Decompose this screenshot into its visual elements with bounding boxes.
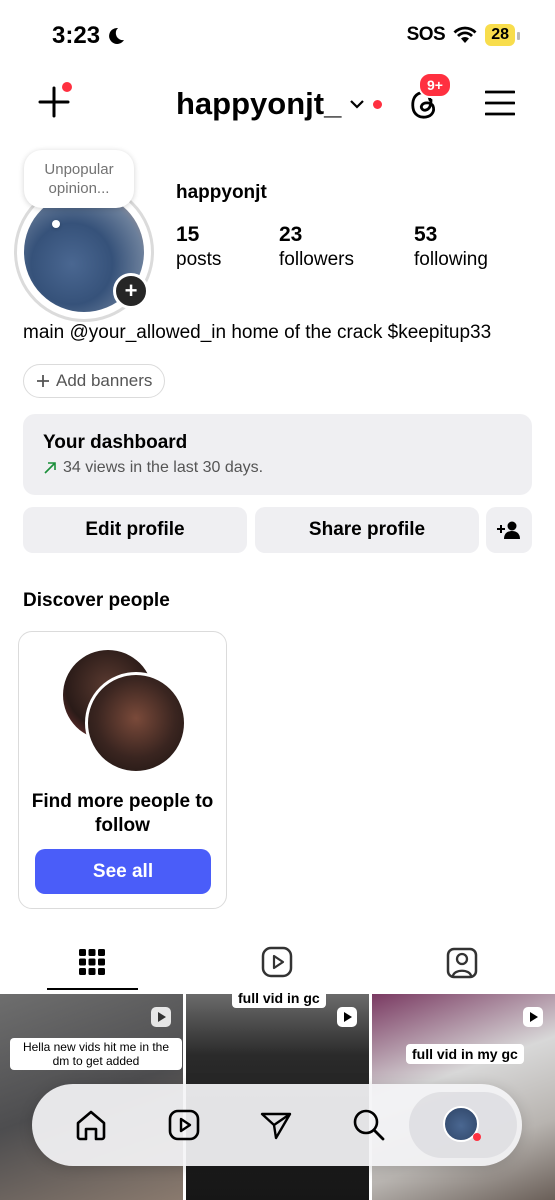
- bio-text: main @your_allowed_in home of the crack …: [23, 322, 492, 343]
- stat-following[interactable]: 53 following: [414, 222, 488, 272]
- discover-title: Discover people: [23, 590, 170, 611]
- add-story-button[interactable]: +: [113, 273, 149, 309]
- nav-notification-dot: [473, 1133, 481, 1141]
- tab-reels[interactable]: [259, 944, 295, 980]
- reel-badge-icon: [337, 1007, 357, 1027]
- account-dot: [373, 99, 383, 109]
- display-name: happyonjt: [176, 182, 267, 203]
- home-icon: [76, 1110, 106, 1141]
- profile-note[interactable]: Unpopular opinion...: [24, 150, 134, 208]
- edit-profile-button[interactable]: Edit profile: [23, 507, 247, 553]
- notification-dot: [62, 82, 72, 92]
- status-indicators: SOS 28: [406, 24, 520, 46]
- tab-grid[interactable]: [74, 944, 110, 980]
- see-all-button[interactable]: See all: [35, 849, 211, 894]
- post-caption: full vid in my gc: [406, 1044, 524, 1064]
- share-profile-button[interactable]: Share profile: [255, 507, 479, 553]
- menu-button[interactable]: [484, 90, 516, 116]
- add-banners-button[interactable]: Add banners: [23, 364, 166, 398]
- note-tail: [52, 220, 60, 228]
- stat-followers[interactable]: 23 followers: [279, 222, 354, 272]
- dashboard-subtitle: 34 views in the last 30 days.: [43, 459, 263, 477]
- hamburger-menu-icon: [484, 90, 516, 116]
- discover-card: Find more people to follow See all: [18, 631, 227, 909]
- discover-people-button[interactable]: [486, 507, 532, 553]
- tab-tagged[interactable]: [444, 944, 480, 980]
- notification-badge: 9+: [418, 72, 452, 98]
- reel-badge-icon: [523, 1007, 543, 1027]
- reels-icon: [261, 946, 293, 978]
- nav-reels[interactable]: [165, 1106, 203, 1144]
- reel-badge-icon: [151, 1007, 171, 1027]
- tagged-icon: [446, 947, 478, 979]
- battery-indicator: 28: [485, 24, 520, 46]
- create-button[interactable]: [36, 82, 72, 120]
- trend-up-icon: [44, 462, 56, 474]
- active-tab-indicator: [47, 988, 138, 990]
- plus-icon: +: [124, 278, 138, 303]
- post-caption: full vid in gc: [232, 988, 326, 1008]
- search-icon: [353, 1109, 385, 1141]
- wifi-icon: [453, 26, 477, 43]
- dashboard-card[interactable]: Your dashboard 34 views in the last 30 d…: [23, 414, 532, 495]
- header-username: happyonjt_: [176, 86, 342, 121]
- reels-icon: [168, 1109, 200, 1141]
- dashboard-title: Your dashboard: [43, 432, 188, 453]
- status-time: 3:23: [52, 22, 126, 50]
- send-icon: [260, 1112, 292, 1140]
- nav-search[interactable]: [350, 1106, 388, 1144]
- moon-icon: [109, 27, 125, 44]
- note-text: Unpopular opinion...: [44, 161, 114, 197]
- bottom-nav: [32, 1084, 522, 1166]
- nav-messages[interactable]: [257, 1106, 295, 1144]
- account-switcher[interactable]: happyonjt_: [176, 86, 383, 122]
- chevron-down-icon: [350, 100, 365, 109]
- post-caption: Hella new vids hit me in the dm to get a…: [10, 1038, 182, 1070]
- suggested-avatar: [85, 672, 187, 774]
- card-text: Find more people to follow: [31, 791, 214, 836]
- plus-icon: [37, 375, 49, 387]
- add-person-icon: [497, 521, 520, 539]
- grid-icon: [79, 949, 105, 975]
- stat-posts[interactable]: 15 posts: [176, 222, 221, 272]
- nav-home[interactable]: [72, 1106, 110, 1144]
- carrier-label: SOS: [406, 24, 446, 45]
- threads-button[interactable]: 9+: [404, 72, 452, 124]
